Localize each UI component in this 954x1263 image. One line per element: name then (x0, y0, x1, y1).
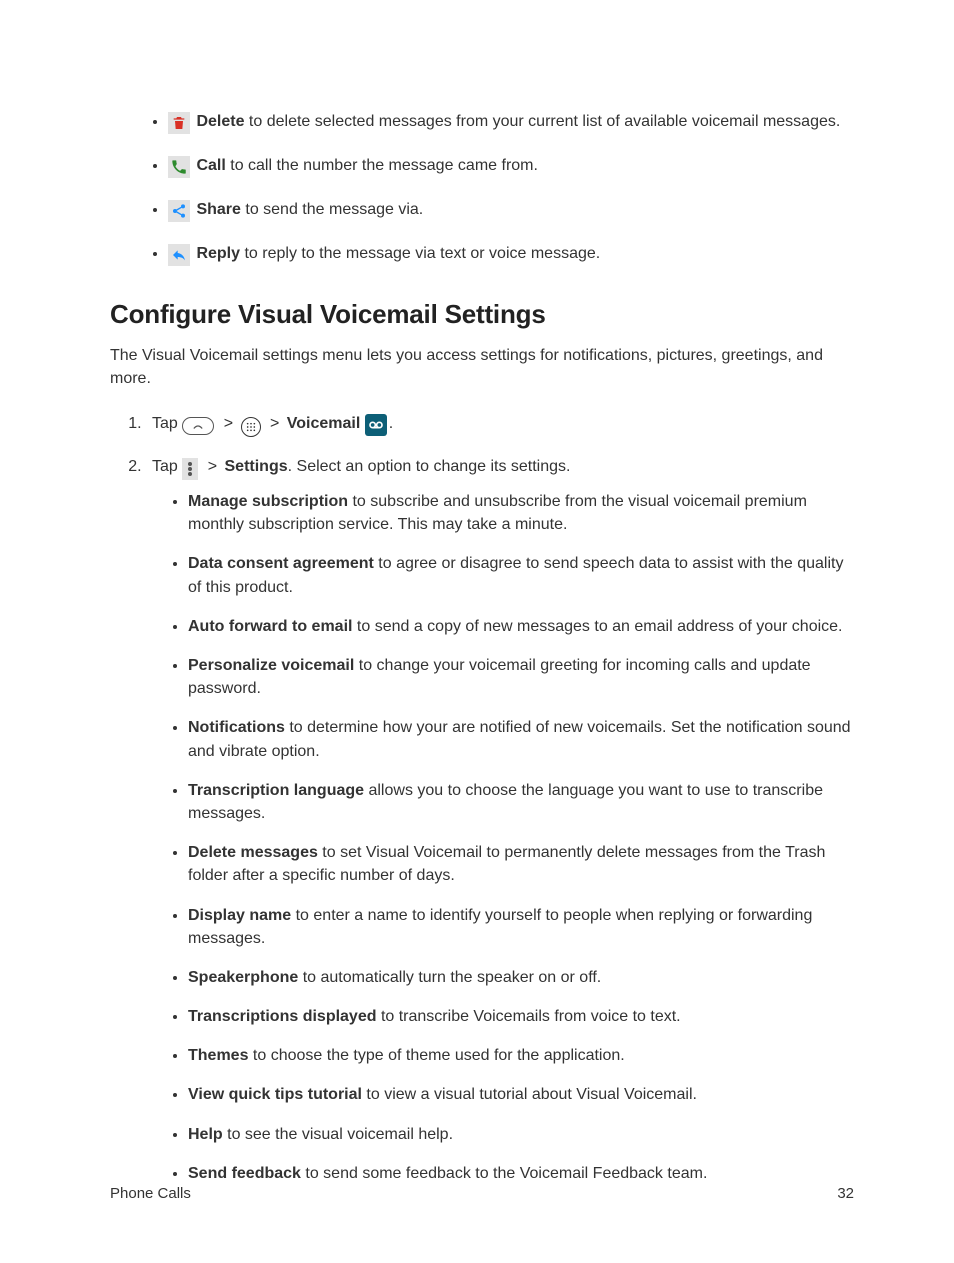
action-label: Delete (196, 113, 244, 130)
option-text: to send some feedback to the Voicemail F… (301, 1165, 707, 1182)
list-item: Display name to enter a name to identify… (188, 904, 854, 950)
option-label: Transcription language (188, 782, 364, 799)
voicemail-action-list: Delete to delete selected messages from … (128, 110, 854, 266)
option-text: to view a visual tutorial about Visual V… (362, 1086, 697, 1103)
option-text: to determine how your are notified of ne… (188, 719, 851, 759)
section-heading: Configure Visual Voicemail Settings (110, 296, 854, 334)
phone-icon (168, 156, 190, 178)
home-capsule-icon (182, 417, 214, 435)
option-label: Speakerphone (188, 969, 298, 986)
step-after-text: . Select an option to change its setting… (288, 458, 571, 475)
voicemail-label: Voicemail (287, 415, 361, 432)
reply-icon (168, 244, 190, 266)
period: . (389, 415, 393, 432)
share-icon (168, 200, 190, 222)
action-label: Share (196, 201, 240, 218)
list-item: Reply to reply to the message via text o… (168, 242, 854, 266)
action-text: to call the number the message came from… (226, 157, 538, 174)
voicemail-app-icon (365, 414, 387, 436)
option-label: Notifications (188, 719, 285, 736)
section-lead: The Visual Voicemail settings menu lets … (110, 344, 854, 390)
option-label: View quick tips tutorial (188, 1086, 362, 1103)
action-text: to reply to the message via text or voic… (240, 245, 600, 262)
option-text: to see the visual voicemail help. (223, 1126, 453, 1143)
list-item: Send feedback to send some feedback to t… (188, 1162, 854, 1185)
page-footer: Phone Calls 32 (110, 1183, 854, 1205)
list-item: Help to see the visual voicemail help. (188, 1123, 854, 1146)
tap-label: Tap (152, 458, 178, 475)
action-label: Reply (196, 245, 240, 262)
list-item: Notifications to determine how your are … (188, 716, 854, 762)
footer-section: Phone Calls (110, 1183, 191, 1205)
list-item: Data consent agreement to agree or disag… (188, 552, 854, 598)
option-label: Transcriptions displayed (188, 1008, 377, 1025)
option-label: Delete messages (188, 844, 318, 861)
footer-page-number: 32 (837, 1183, 854, 1205)
option-label: Help (188, 1126, 223, 1143)
list-item: Transcription language allows you to cho… (188, 779, 854, 825)
option-text: to transcribe Voicemails from voice to t… (377, 1008, 681, 1025)
apps-ring-icon (241, 417, 261, 437)
separator: > (270, 415, 279, 432)
option-label: Themes (188, 1047, 248, 1064)
option-label: Personalize voicemail (188, 657, 354, 674)
option-text: to send a copy of new messages to an ema… (352, 618, 842, 635)
option-label: Auto forward to email (188, 618, 352, 635)
action-text: to delete selected messages from your cu… (244, 113, 840, 130)
list-item: View quick tips tutorial to view a visua… (188, 1083, 854, 1106)
option-text: to choose the type of theme used for the… (248, 1047, 624, 1064)
separator: > (208, 458, 217, 475)
more-vert-icon (182, 458, 198, 480)
separator: > (224, 415, 233, 432)
action-text: to send the message via. (241, 201, 423, 218)
list-item: Delete messages to set Visual Voicemail … (188, 841, 854, 887)
option-text: to automatically turn the speaker on or … (298, 969, 601, 986)
list-item: Auto forward to email to send a copy of … (188, 615, 854, 638)
list-item: Transcriptions displayed to transcribe V… (188, 1005, 854, 1028)
document-page: Delete to delete selected messages from … (0, 0, 954, 1263)
list-item: Call to call the number the message came… (168, 154, 854, 178)
option-label: Send feedback (188, 1165, 301, 1182)
step-item: Tap > > Voicemail . (146, 412, 854, 437)
trash-icon (168, 112, 190, 134)
settings-option-list: Manage subscription to subscribe and uns… (152, 490, 854, 1185)
list-item: Manage subscription to subscribe and uns… (188, 490, 854, 536)
list-item: Share to send the message via. (168, 198, 854, 222)
list-item: Themes to choose the type of theme used … (188, 1044, 854, 1067)
settings-label: Settings (225, 458, 288, 475)
action-label: Call (196, 157, 225, 174)
step-item: Tap > Settings. Select an option to chan… (146, 455, 854, 1185)
option-label: Data consent agreement (188, 555, 374, 572)
tap-label: Tap (152, 415, 178, 432)
option-label: Display name (188, 907, 291, 924)
list-item: Speakerphone to automatically turn the s… (188, 966, 854, 989)
steps-list: Tap > > Voicemail . Tap > Settings. Sele… (120, 412, 854, 1185)
option-label: Manage subscription (188, 493, 348, 510)
list-item: Personalize voicemail to change your voi… (188, 654, 854, 700)
list-item: Delete to delete selected messages from … (168, 110, 854, 134)
